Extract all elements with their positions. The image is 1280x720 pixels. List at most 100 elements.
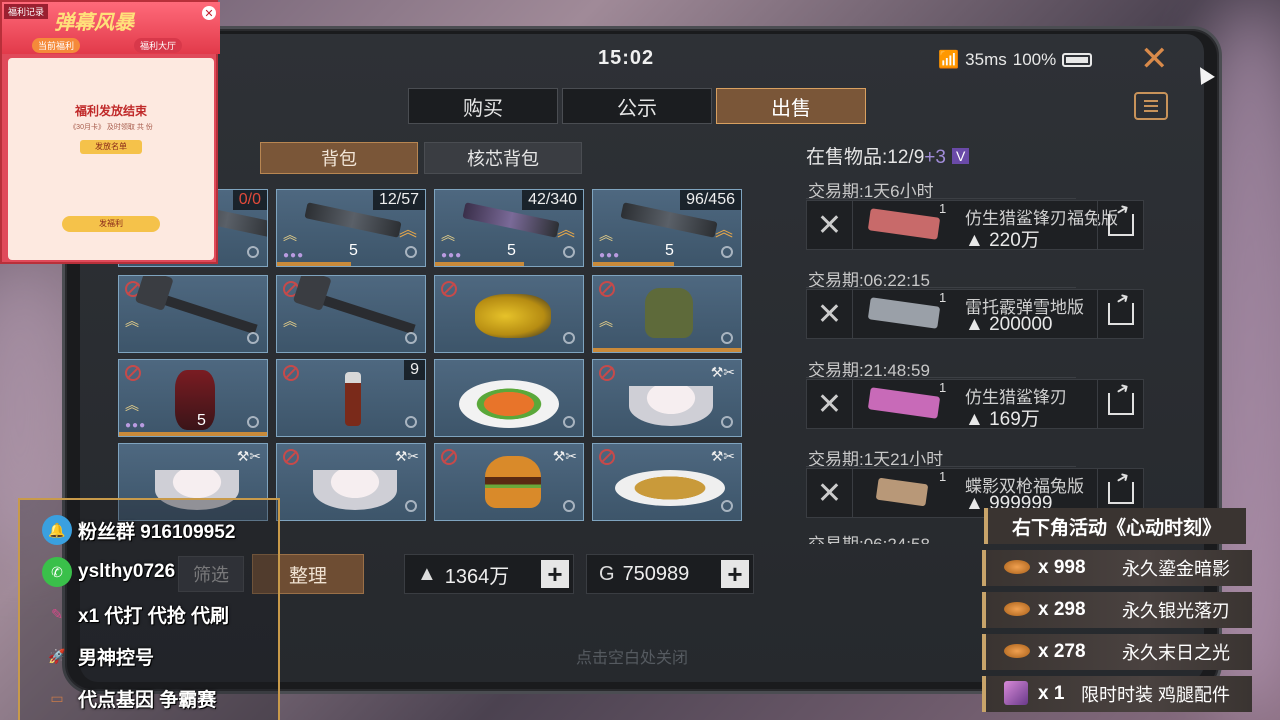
inventory-slot-backpack[interactable] — [434, 275, 584, 353]
burger-icon — [485, 456, 541, 508]
blade-icon — [867, 208, 941, 240]
inventory-slot-rifle[interactable]: 42/340 ︽ ●●● ︽ 5 — [434, 189, 584, 267]
slot-level: 5 — [507, 242, 516, 259]
blade-icon — [867, 387, 941, 419]
subtab-core-bag[interactable]: 核芯背包 — [424, 142, 582, 174]
promo-tab-current[interactable]: 当前福利 — [32, 38, 81, 53]
winner-list-button[interactable]: 发放名单 — [80, 140, 142, 154]
activity-count: x 1 — [1038, 683, 1065, 704]
vip-bonus: +3 — [924, 147, 946, 168]
cancel-sale-button[interactable]: ✕ — [807, 201, 853, 249]
close-icon[interactable]: ✕ — [202, 6, 216, 20]
sale-qty: 1 — [939, 380, 947, 395]
sale-qty: 1 — [939, 290, 947, 305]
sale-qty: 1 — [939, 469, 947, 484]
inventory-slot-axe[interactable]: ︽ — [276, 275, 426, 353]
activity-row: x 998 永久鎏金暗影 — [982, 550, 1252, 586]
cancel-sale-button[interactable]: ✕ — [807, 469, 853, 517]
tab-buy[interactable]: 购买 — [408, 88, 558, 124]
add-silver-button[interactable]: + — [541, 560, 569, 588]
activity-count: x 278 — [1038, 641, 1086, 662]
sale-price: ▲ 200000 — [965, 314, 1053, 335]
rarity-dots-icon: ●●● — [283, 250, 305, 261]
divider — [806, 377, 1076, 378]
send-gift-button[interactable]: 发福利 — [62, 216, 160, 232]
card-icon: ▭ — [50, 689, 64, 706]
tools-icon: ⚒✂ — [394, 448, 419, 464]
durability-bar — [593, 348, 741, 352]
activity-reward: 永久鎏金暗影 — [1122, 559, 1230, 579]
gear-icon — [247, 416, 259, 428]
inventory-slot-suit[interactable]: ︽ ●●● 5 — [118, 359, 268, 437]
tab-sell[interactable]: 出售 — [716, 88, 866, 124]
sale-price: ▲ 220万 — [965, 230, 1040, 251]
durability-bar — [593, 262, 675, 266]
gear-icon — [721, 332, 733, 344]
promo-record-button[interactable]: 福利记录 — [4, 4, 49, 19]
drumstick-icon — [1004, 644, 1030, 658]
share-button[interactable] — [1097, 201, 1143, 249]
gear-icon — [721, 246, 733, 258]
inventory-slot-food[interactable]: ⚒✂ — [276, 443, 426, 521]
status-clock: 15:02 — [598, 47, 655, 69]
slot-count: 9 — [404, 360, 425, 380]
durability-bar — [435, 262, 524, 266]
yellow-backpack-icon — [475, 294, 551, 338]
slot-count: 96/456 — [680, 190, 741, 210]
promo-tab-hall[interactable]: 福利大厅 — [134, 38, 183, 53]
social-item: ▭ 代点基因 争霸赛 — [42, 680, 216, 716]
cancel-sale-button[interactable]: ✕ — [807, 290, 853, 338]
gear-icon — [405, 332, 417, 344]
rarity-dots-icon: ●●● — [441, 250, 463, 261]
fish-plate-icon — [615, 470, 725, 506]
social-item: ✎ x1 代打 代抢 代刷 — [42, 596, 229, 632]
inventory-slot-rifle[interactable]: 12/57 ︽ ●●● ︽ 5 — [276, 189, 426, 267]
silver-currency: ▲ 1364万 + — [404, 554, 574, 594]
slot-count: 42/340 — [522, 190, 583, 210]
bell-icon: 🔔 — [42, 515, 72, 545]
sale-qty: 1 — [939, 201, 947, 216]
rank-chevron-icon: ︽ — [283, 227, 297, 243]
silver-icon: ▲ — [417, 562, 437, 585]
inventory-slot-food[interactable]: ⚒✂ — [592, 443, 742, 521]
no-trade-icon — [599, 365, 615, 381]
promo-subtext: 《30月卡》 及时领取 共 份 — [69, 124, 153, 131]
red-suit-icon — [175, 370, 215, 430]
tools-icon: ⚒✂ — [552, 448, 577, 464]
clipboard-icon[interactable] — [1134, 92, 1168, 120]
gene-text: 代点基因 争霸赛 — [78, 689, 217, 711]
share-button[interactable] — [1097, 290, 1143, 338]
subtab-bag[interactable]: 背包 — [260, 142, 418, 174]
gear-icon — [405, 500, 417, 512]
divider — [806, 466, 1076, 467]
gear-icon — [721, 416, 733, 428]
share-button[interactable] — [1097, 380, 1143, 428]
drumstick-icon — [1004, 602, 1030, 616]
upgrade-chevron-icon: ︽ — [715, 220, 733, 240]
on-sale-header: 在售物品:12/9+3 V — [806, 142, 970, 169]
inventory-slot-bottle[interactable]: 9 — [276, 359, 426, 437]
share-icon — [1107, 303, 1134, 325]
inventory-slot-armor[interactable]: ︽ — [592, 275, 742, 353]
gear-icon — [247, 246, 259, 258]
tab-notice[interactable]: 公示 — [562, 88, 712, 124]
gear-icon — [405, 416, 417, 428]
no-trade-icon — [441, 449, 457, 465]
upgrade-chevron-icon: ︽ — [557, 220, 575, 240]
inventory-slot-rifle[interactable]: 96/456 ︽ ●●● ︽ 5 — [592, 189, 742, 267]
inventory-slot-food[interactable]: ⚒✂ — [592, 359, 742, 437]
cancel-sale-button[interactable]: ✕ — [807, 380, 853, 428]
divider — [806, 198, 1076, 199]
close-icon[interactable]: ✕ — [1140, 42, 1169, 76]
slot-level: 5 — [665, 242, 674, 259]
rarity-dots-icon: ●●● — [599, 250, 621, 261]
drumstick-icon — [1004, 560, 1030, 574]
inventory-slot-food[interactable] — [434, 359, 584, 437]
durability-bar — [277, 262, 351, 266]
slot-level: 5 — [197, 412, 206, 429]
sale-price-value: 200000 — [989, 314, 1053, 335]
inventory-slot-axe[interactable]: ︽ — [118, 275, 268, 353]
inventory-slot-food[interactable]: ⚒✂ — [434, 443, 584, 521]
add-gold-button[interactable]: + — [721, 560, 749, 588]
gear-icon — [563, 246, 575, 258]
